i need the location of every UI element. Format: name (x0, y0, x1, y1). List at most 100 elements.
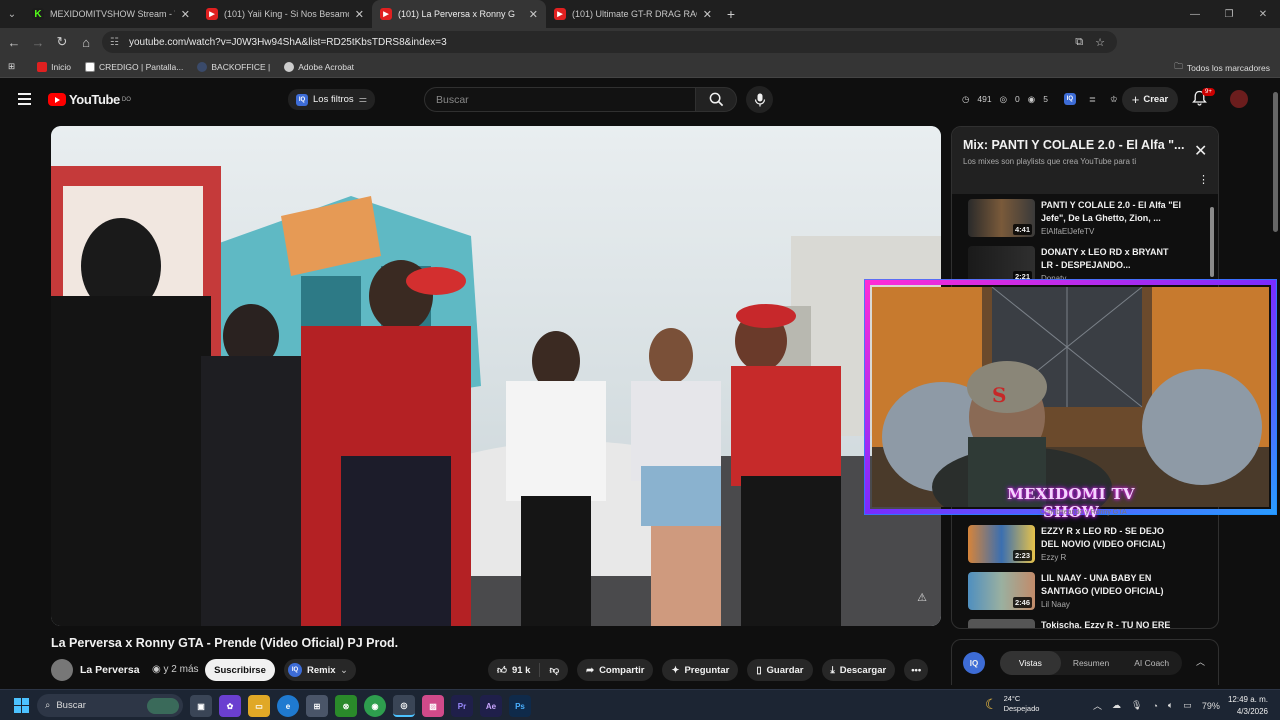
bookmark-backoffice[interactable]: BACKOFFICE | (197, 61, 270, 72)
tab-title: MEXIDOMITVSHOW Stream - W (50, 9, 175, 19)
page-scrollbar[interactable] (1271, 82, 1279, 686)
weather-widget[interactable]: ☾ 24°C Despejado (985, 694, 1039, 714)
tab-ai-coach[interactable]: AI Coach (1121, 651, 1182, 675)
browser-tab-la-perversa[interactable]: ▶ (101) La Perversa x Ronny G ✕ (372, 0, 546, 28)
cast-icon[interactable]: ⧉ (1075, 36, 1083, 49)
photos-icon[interactable]: ▨ (422, 695, 444, 717)
playlist-header: Mix: PANTI Y COLALE 2.0 - El Alfa "... L… (952, 127, 1218, 194)
video-player[interactable]: ⚠ (51, 126, 941, 626)
voice-search-button[interactable] (746, 86, 773, 113)
browser-tab-strip: ⌄ K MEXIDOMITVSHOW Stream - W ✕ ▶ (101) … (0, 0, 1280, 28)
youtube-icon: ▶ (206, 8, 218, 20)
edge-icon[interactable]: e (277, 695, 299, 717)
xbox-icon[interactable]: ⊗ (335, 695, 357, 717)
clock[interactable]: 12:49 a. m. 4/3/2026 (1224, 694, 1268, 718)
more-vertical-icon[interactable]: ⋮ (1198, 173, 1209, 186)
iq-extension-icon[interactable]: IQ (1063, 93, 1076, 105)
reload-icon[interactable]: ↻ (50, 34, 74, 50)
trophy-icon[interactable]: ♔ (1110, 94, 1118, 105)
close-tab-icon[interactable]: ✕ (355, 8, 364, 21)
channel-collaborators[interactable]: ◉ y 2 más (152, 664, 199, 675)
premiere-icon[interactable]: Pr (451, 695, 473, 717)
dislike-button[interactable]: 👎︎ (540, 664, 568, 676)
subscribe-button[interactable]: Suscribirse (205, 659, 275, 681)
tab-resumen[interactable]: Resumen (1061, 651, 1122, 675)
playlist-item[interactable]: 4:41 PANTI Y COLALE 2.0 - El Alfa "El Je… (968, 199, 1212, 243)
stat-value: 0 (1015, 94, 1020, 104)
channel-avatar[interactable] (51, 659, 73, 681)
restore-icon[interactable]: ❐ (1212, 9, 1246, 20)
list-icon[interactable]: ≣ (1089, 94, 1096, 105)
taskbar-search[interactable]: ⌕ Buscar (37, 694, 183, 717)
copilot-icon[interactable]: ✿ (219, 695, 241, 717)
filters-button[interactable]: IQ Los filtros ⚌ (288, 89, 376, 110)
tab-title: (101) La Perversa x Ronny G (398, 9, 516, 19)
store-icon[interactable]: ⊞ (306, 695, 328, 717)
back-icon[interactable]: ← (2, 35, 26, 50)
browser-tab-yaii-king[interactable]: ▶ (101) Yaii King - Si Nos Besamo ✕ (198, 0, 372, 28)
search-input[interactable]: Buscar (424, 87, 696, 112)
bookmark-icon: ▯ (756, 664, 762, 676)
browser-tab-gtr-drag[interactable]: ▶ (101) Ultimate GT-R DRAG RAC ✕ (546, 0, 720, 28)
taskbar-search-label: Buscar (56, 700, 86, 711)
forward-icon[interactable]: → (26, 35, 50, 50)
new-tab-button[interactable]: + (720, 6, 742, 22)
apps-grid-icon[interactable]: ⊞ (8, 61, 15, 72)
tab-title: (101) Ultimate GT-R DRAG RAC (572, 9, 697, 19)
close-tab-icon[interactable]: ✕ (703, 8, 712, 21)
ask-button[interactable]: ✦ Preguntar (662, 659, 739, 681)
microphone-icon[interactable]: 🎙︎ (1131, 700, 1142, 711)
filters-label: Los filtros (313, 94, 354, 105)
channel-name[interactable]: La Perversa (80, 664, 140, 676)
photoshop-icon[interactable]: Ps (509, 695, 531, 717)
tab-search-chevron-icon[interactable]: ⌄ (0, 9, 24, 20)
download-button[interactable]: ⤓ Descargar (821, 659, 896, 681)
volume-icon[interactable]: 🔈︎ (1168, 700, 1173, 711)
share-button[interactable]: ➦ Compartir (577, 659, 654, 681)
site-info-icon[interactable]: ☷ (110, 37, 119, 48)
bookmark-star-icon[interactable]: ☆ (1095, 36, 1105, 49)
save-button[interactable]: ▯ Guardar (747, 659, 813, 681)
obs-icon[interactable]: ◎ (393, 695, 415, 717)
browser-tab-kick[interactable]: K MEXIDOMITVSHOW Stream - W ✕ (24, 0, 198, 28)
bookmark-credigo[interactable]: CREDIGO | Pantalla... (84, 61, 183, 72)
onedrive-icon[interactable]: ☁ (1112, 700, 1121, 711)
playlist-item[interactable]: Tokischa, Ezzy R - TU NO ERE (968, 619, 1212, 628)
account-avatar[interactable] (1230, 90, 1248, 108)
close-icon[interactable]: ✕ (1194, 141, 1207, 161)
address-bar[interactable]: ☷ youtube.com/watch?v=J0W3Hw94ShA&list=R… (102, 31, 1117, 53)
battery-icon[interactable]: ▭ (1183, 700, 1192, 711)
iq-extension-icon[interactable]: IQ (963, 652, 985, 674)
scrollbar-thumb[interactable] (1210, 207, 1214, 277)
search-button[interactable] (695, 87, 737, 112)
all-bookmarks-folder[interactable]: 🗀 Todos los marcadores (1174, 61, 1270, 75)
task-view-icon[interactable]: ▣ (190, 695, 212, 717)
bookmark-inicio[interactable]: Inicio (37, 61, 71, 72)
close-tab-icon[interactable]: ✕ (181, 8, 190, 21)
create-button[interactable]: + Crear (1122, 87, 1178, 112)
scrollbar-thumb[interactable] (1273, 92, 1278, 232)
moon-icon: ☾ (985, 695, 998, 712)
hamburger-menu-icon[interactable] (18, 93, 31, 108)
home-icon[interactable]: ⌂ (74, 35, 98, 50)
minimize-icon[interactable]: — (1178, 9, 1212, 20)
channel-row: La Perversa ◉ y 2 más Suscribirse IQ Rem… (51, 658, 941, 684)
playlist-title[interactable]: Mix: PANTI Y COLALE 2.0 - El Alfa "... (963, 138, 1184, 152)
chrome-icon[interactable]: ◉ (364, 695, 386, 717)
after-effects-icon[interactable]: Ae (480, 695, 502, 717)
tab-vistas[interactable]: Vistas (1000, 651, 1061, 675)
like-button[interactable]: 👍︎ 91 k (488, 663, 541, 677)
bookmark-adobe-acrobat[interactable]: Adobe Acrobat (284, 61, 354, 72)
playlist-item[interactable]: 2:23 EZZY R x LEO RD - SE DEJO DEL NOVIO… (968, 525, 1212, 569)
wifi-icon[interactable]: ◔ (1152, 701, 1157, 711)
youtube-logo[interactable]: YouTube DO (48, 92, 131, 107)
chevron-up-icon[interactable]: ︿ (1196, 655, 1205, 668)
remix-button[interactable]: IQ Remix ⌄ (284, 659, 356, 681)
chevron-up-icon[interactable]: ︿ (1093, 699, 1102, 712)
close-tab-icon[interactable]: ✕ (529, 8, 538, 21)
more-actions-button[interactable]: ••• (904, 659, 929, 681)
playlist-item[interactable]: 2:46 LIL NAAY - UNA BABY EN SANTIAGO (VI… (968, 572, 1212, 616)
close-window-icon[interactable]: ✕ (1246, 9, 1280, 20)
file-explorer-icon[interactable]: ▭ (248, 695, 270, 717)
windows-start-icon[interactable] (14, 698, 29, 713)
